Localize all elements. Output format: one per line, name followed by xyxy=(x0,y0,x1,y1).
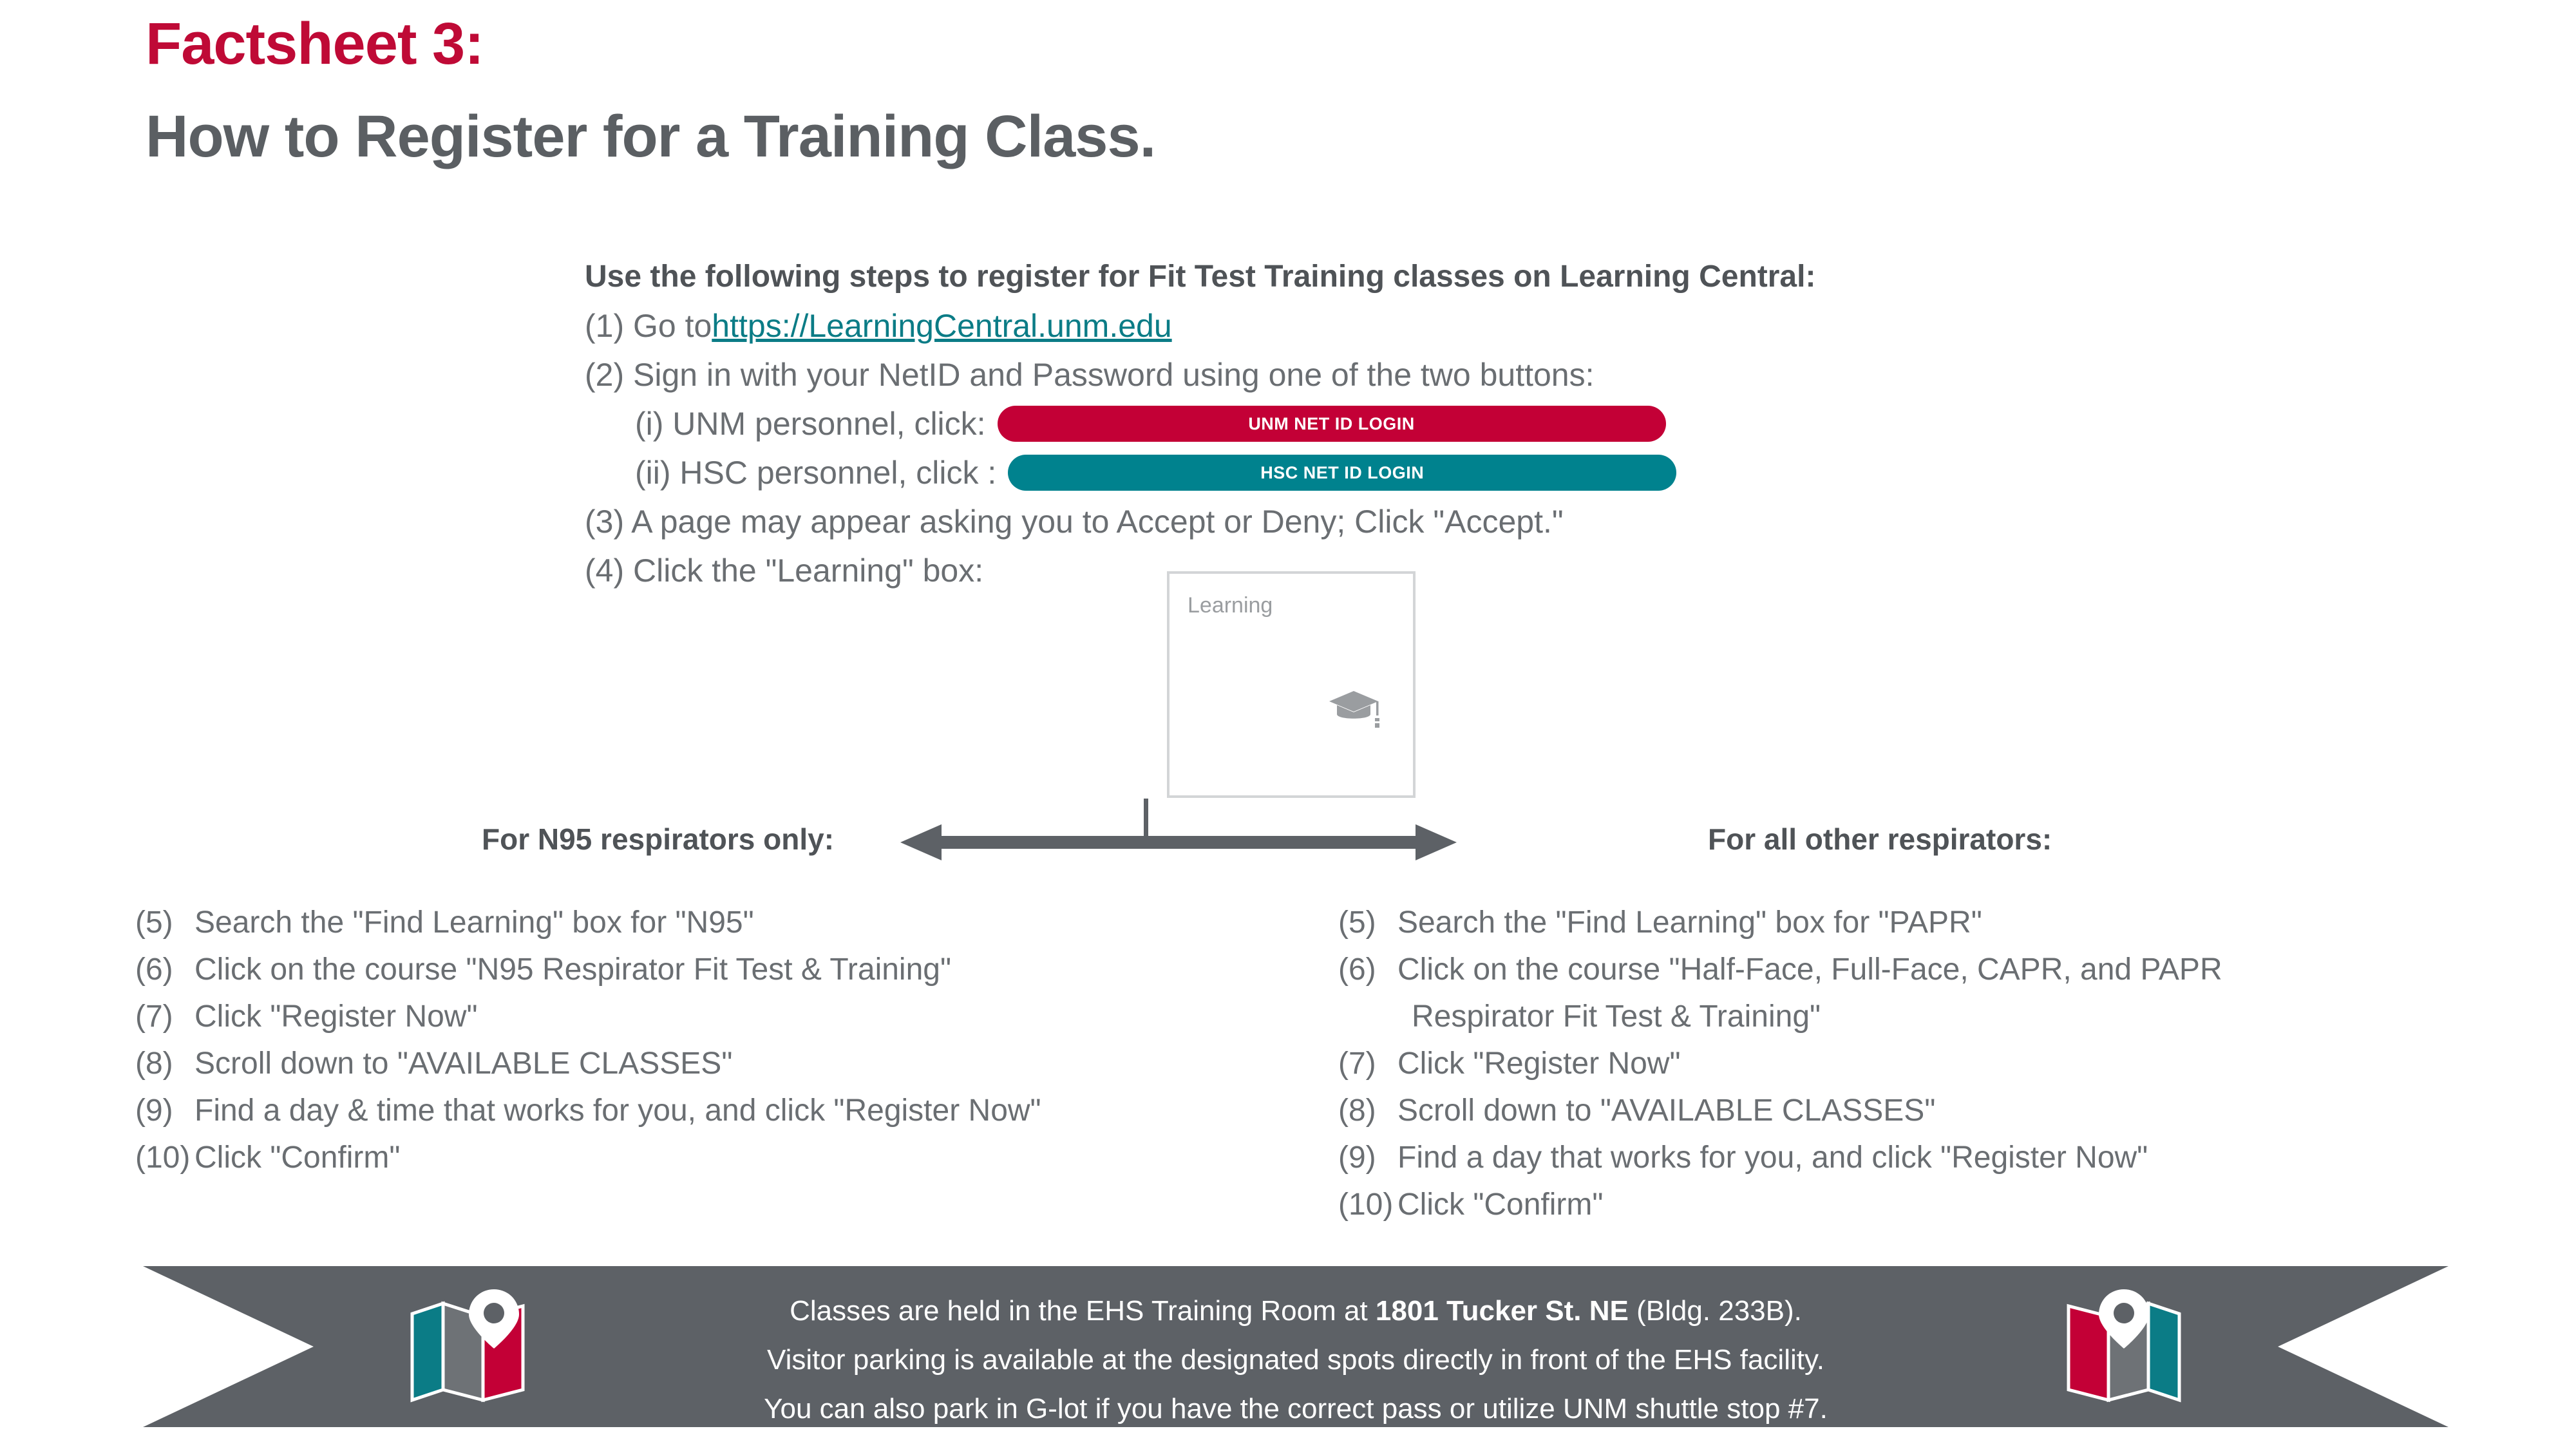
n95-steps-column: (5) Search the "Find Learning" box for "… xyxy=(135,899,1041,1181)
instructions-block: Use the following steps to register for … xyxy=(585,252,1815,595)
hsc-net-id-login-button[interactable]: HSC NET ID LOGIN xyxy=(1008,455,1677,491)
step-text: Click "Register Now" xyxy=(194,999,478,1034)
double-headed-arrow-icon xyxy=(900,799,1457,860)
step-text: Search the "Find Learning" box for "N95" xyxy=(194,905,754,940)
location-banner: Classes are held in the EHS Training Roo… xyxy=(143,1266,2448,1427)
learning-tile-label: Learning xyxy=(1188,593,1273,618)
instruction-step-2: (2) Sign in with your NetID and Password… xyxy=(585,350,1815,399)
instruction-step-3: (3) A page may appear asking you to Acce… xyxy=(585,497,1815,546)
title-line-1: Factsheet 3: xyxy=(146,11,484,77)
step-text: Click "Confirm" xyxy=(1397,1188,1604,1222)
step-number: (6) xyxy=(135,952,173,987)
step-4-text: (4) Click the "Learning" box: xyxy=(585,553,984,589)
step-number: (5) xyxy=(135,905,173,940)
list-item: (8) Scroll down to "AVAILABLE CLASSES" xyxy=(1338,1087,2222,1134)
instruction-step-1: (1) Go to https://LearningCentral.unm.ed… xyxy=(585,301,1815,350)
step-3-text: (3) A page may appear asking you to Acce… xyxy=(585,504,1564,540)
banner-line-1-b: (Bldg. 233B). xyxy=(1628,1295,1802,1327)
banner-address: 1801 Tucker St. NE xyxy=(1375,1295,1629,1327)
step-text: Find a day that works for you, and click… xyxy=(1397,1141,2148,1175)
step-number: (8) xyxy=(1338,1094,1376,1128)
step-text: Search the "Find Learning" box for "PAPR… xyxy=(1397,905,1982,940)
page-title: Factsheet 3: How to Register for a Train… xyxy=(146,11,1156,169)
hsc-login-label: (ii) HSC personnel, click : xyxy=(635,455,997,491)
list-item: (10) Click "Confirm" xyxy=(135,1134,1041,1181)
step-number: (8) xyxy=(135,1046,173,1081)
list-item: (6) Click on the course "Half-Face, Full… xyxy=(1338,946,2222,993)
step-text: Find a day & time that works for you, an… xyxy=(194,1094,1041,1128)
list-item: (7) Click "Register Now" xyxy=(135,993,1041,1040)
step-number: (9) xyxy=(1338,1141,1376,1175)
step-number: (6) xyxy=(1338,952,1376,987)
banner-line-1-a: Classes are held in the EHS Training Roo… xyxy=(790,1295,1376,1327)
step-number: (10) xyxy=(1338,1188,1394,1222)
list-item: (6) Click on the course "N95 Respirator … xyxy=(135,946,1041,993)
instructions-heading: Use the following steps to register for … xyxy=(585,260,1816,294)
step-number: (10) xyxy=(135,1141,191,1175)
step-number: (7) xyxy=(1338,1046,1376,1081)
step-text: Click "Register Now" xyxy=(1397,1046,1681,1081)
graduation-cap-icon xyxy=(1329,691,1379,728)
step-text: Scroll down to "AVAILABLE CLASSES" xyxy=(1397,1094,1936,1128)
step-text: Click on the course "N95 Respirator Fit … xyxy=(194,952,952,987)
list-item: (8) Scroll down to "AVAILABLE CLASSES" xyxy=(135,1040,1041,1087)
factsheet-page: Factsheet 3: How to Register for a Train… xyxy=(0,0,2576,1449)
unm-login-label: (i) UNM personnel, click: xyxy=(635,406,986,442)
instruction-step-2ii: (ii) HSC personnel, click : HSC NET ID L… xyxy=(585,448,1815,497)
list-item: (5) Search the "Find Learning" box for "… xyxy=(135,899,1041,946)
list-item: (10) Click "Confirm" xyxy=(1338,1181,2222,1228)
title-line-2: How to Register for a Training Class. xyxy=(146,104,1156,169)
list-item: (9) Find a day that works for you, and c… xyxy=(1338,1134,2222,1181)
step-number: (9) xyxy=(135,1094,173,1128)
step-number: (7) xyxy=(135,999,173,1034)
step-text: Scroll down to "AVAILABLE CLASSES" xyxy=(194,1046,733,1081)
papr-steps-column: (5) Search the "Find Learning" box for "… xyxy=(1338,899,2222,1228)
map-pin-icon xyxy=(2067,1289,2181,1403)
step-text: Click on the course "Half-Face, Full-Fac… xyxy=(1397,952,2222,987)
branch-arrow-group: For N95 respirators only: For all other … xyxy=(438,799,2138,876)
unm-net-id-login-button[interactable]: UNM NET ID LOGIN xyxy=(997,406,1666,442)
step-text: Click "Confirm" xyxy=(194,1141,401,1175)
list-item: (9) Find a day & time that works for you… xyxy=(135,1087,1041,1134)
learning-tile[interactable]: Learning xyxy=(1167,571,1416,798)
list-item: (7) Click "Register Now" xyxy=(1338,1040,2222,1087)
list-item: (5) Search the "Find Learning" box for "… xyxy=(1338,899,2222,946)
step-number: (5) xyxy=(1338,905,1376,940)
step-text-continuation: Respirator Fit Test & Training" xyxy=(1412,999,1821,1034)
learning-central-link[interactable]: https://LearningCentral.unm.edu xyxy=(712,301,1171,350)
instruction-step-2i: (i) UNM personnel, click: UNM NET ID LOG… xyxy=(585,399,1815,448)
step-1-prefix: (1) Go to xyxy=(585,308,712,344)
step-2-text: (2) Sign in with your NetID and Password… xyxy=(585,357,1595,393)
